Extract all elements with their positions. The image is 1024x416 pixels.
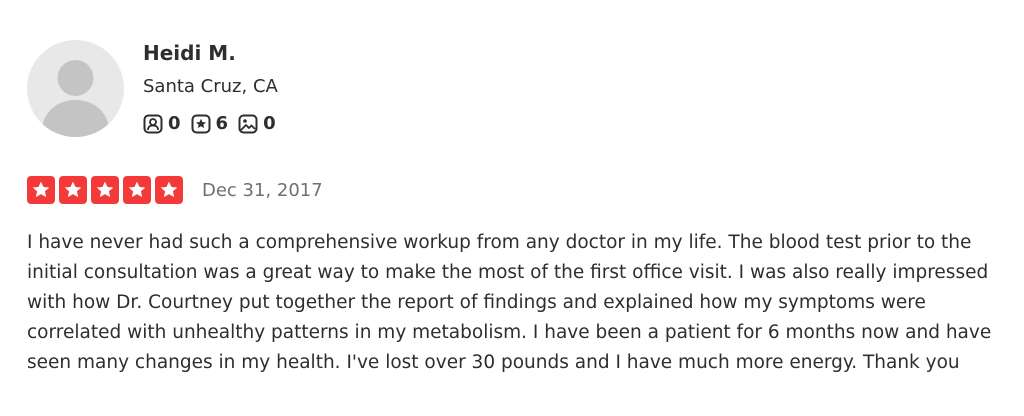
review-star-icon <box>191 114 211 133</box>
review-text: I have never had such a comprehensive wo… <box>27 232 992 373</box>
star-icon <box>91 176 119 204</box>
friends-stat: 0 <box>143 113 181 134</box>
reviewer-stats: 0 6 0 <box>143 113 276 134</box>
star-icon <box>59 176 87 204</box>
star-icon <box>123 176 151 204</box>
review-date: Dec 31, 2017 <box>202 180 323 201</box>
avatar[interactable] <box>27 40 124 137</box>
photos-count: 0 <box>263 113 276 134</box>
reviewer-location: Santa Cruz, CA <box>143 76 278 97</box>
reviews-stat: 6 <box>191 113 229 134</box>
reviews-count: 6 <box>215 113 229 134</box>
friends-count: 0 <box>168 113 181 134</box>
star-rating <box>27 176 183 204</box>
friends-icon <box>143 114 163 133</box>
reviewer-name[interactable]: Heidi M. <box>143 41 236 65</box>
default-user-icon <box>41 60 110 137</box>
star-icon <box>27 176 55 204</box>
star-icon <box>155 176 183 204</box>
photos-stat: 0 <box>238 113 276 134</box>
photo-icon <box>238 114 258 133</box>
